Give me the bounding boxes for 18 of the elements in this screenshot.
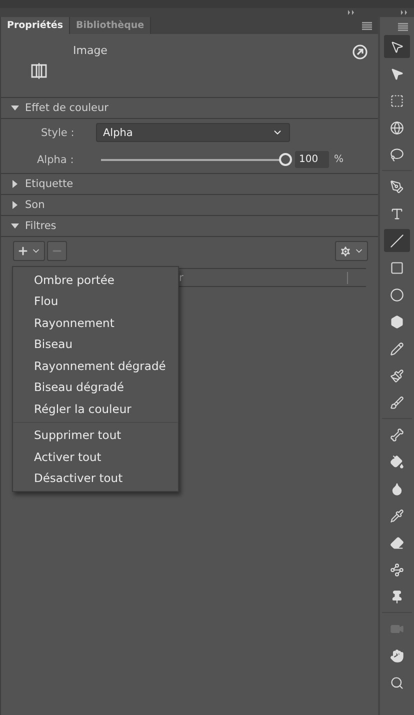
object-type: Image <box>73 44 108 59</box>
panel-tab[interactable]: Propriétés <box>1 17 70 34</box>
menu-item[interactable]: Supprimer tout <box>13 424 178 446</box>
menu-item[interactable]: Régler la couleur <box>13 398 178 420</box>
menu-item[interactable]: Rayonnement <box>13 312 178 334</box>
column-header: r <box>179 272 184 284</box>
menu-item[interactable]: Ombre portée <box>13 269 178 290</box>
field-label: Alpha : <box>37 154 75 166</box>
alpha-input[interactable]: 100 <box>295 151 329 168</box>
menu-item[interactable]: Désactiver tout <box>13 468 178 489</box>
menu-item[interactable]: Biseau dégradé <box>13 376 178 398</box>
unit-label: % <box>334 154 344 165</box>
field-label: Style : <box>41 126 76 138</box>
menu-item[interactable]: Biseau <box>13 334 178 355</box>
menu-item[interactable]: Flou <box>13 290 178 312</box>
menu-item[interactable]: Activer tout <box>13 446 178 468</box>
menu-item[interactable]: Rayonnement dégradé <box>13 355 178 376</box>
style-dropdown[interactable]: Alpha <box>96 123 290 142</box>
